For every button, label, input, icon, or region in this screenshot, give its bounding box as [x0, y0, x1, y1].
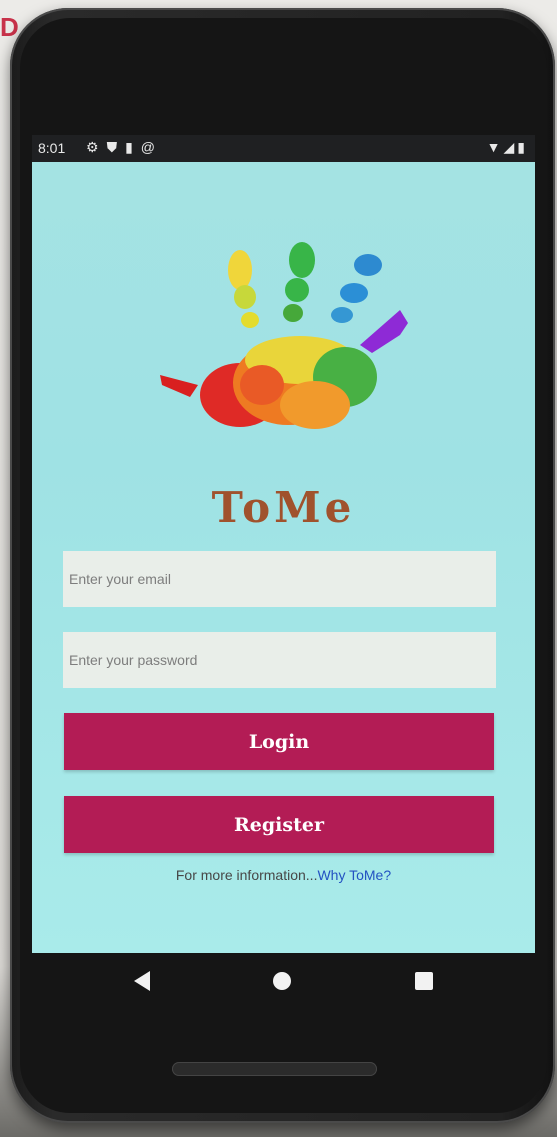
info-text: For more information...	[175, 867, 318, 883]
app-screen: 8:01 ⚙ ⛊ ▮ @ ▼ ◢ ▮ ToMe Enter your email…	[32, 135, 535, 953]
hand-finger-blue	[354, 254, 382, 276]
status-bar: 8:01 ⚙ ⛊ ▮ @ ▼ ◢ ▮	[32, 135, 535, 162]
status-notification-icons: ⚙ ⛊ ▮ @	[86, 139, 155, 156]
email-field[interactable]	[63, 551, 496, 607]
navigation-bar	[32, 953, 535, 1009]
hand-finger-purple	[360, 310, 408, 353]
info-line: For more information...Why ToMe?	[32, 867, 535, 883]
back-icon[interactable]	[133, 971, 150, 991]
shield-icon: ⛊	[106, 139, 118, 155]
status-time: 8:01	[38, 140, 66, 156]
status-system-icons: ▼ ◢ ▮	[487, 139, 525, 156]
rainbow-handprint-icon	[160, 242, 408, 429]
hand-finger-yellow	[228, 250, 252, 290]
speaker-grill	[172, 1062, 377, 1076]
register-button[interactable]: Register	[64, 796, 494, 853]
why-tome-link[interactable]: Why ToMe?	[317, 867, 391, 883]
signal-icon: ◢	[503, 139, 515, 155]
sd-card-icon: ▮	[125, 139, 133, 155]
recents-icon[interactable]	[415, 972, 434, 990]
login-button[interactable]: Login	[64, 713, 494, 770]
at-sign-icon: @	[140, 139, 155, 155]
battery-icon: ▮	[517, 139, 525, 155]
hand-finger-green	[289, 242, 315, 278]
home-icon[interactable]	[273, 972, 292, 990]
wifi-icon: ▼	[486, 139, 501, 155]
settings-icon: ⚙	[86, 139, 99, 155]
password-field[interactable]	[63, 632, 496, 688]
app-title: ToMe	[211, 483, 356, 532]
hand-thumb-red	[160, 375, 198, 397]
